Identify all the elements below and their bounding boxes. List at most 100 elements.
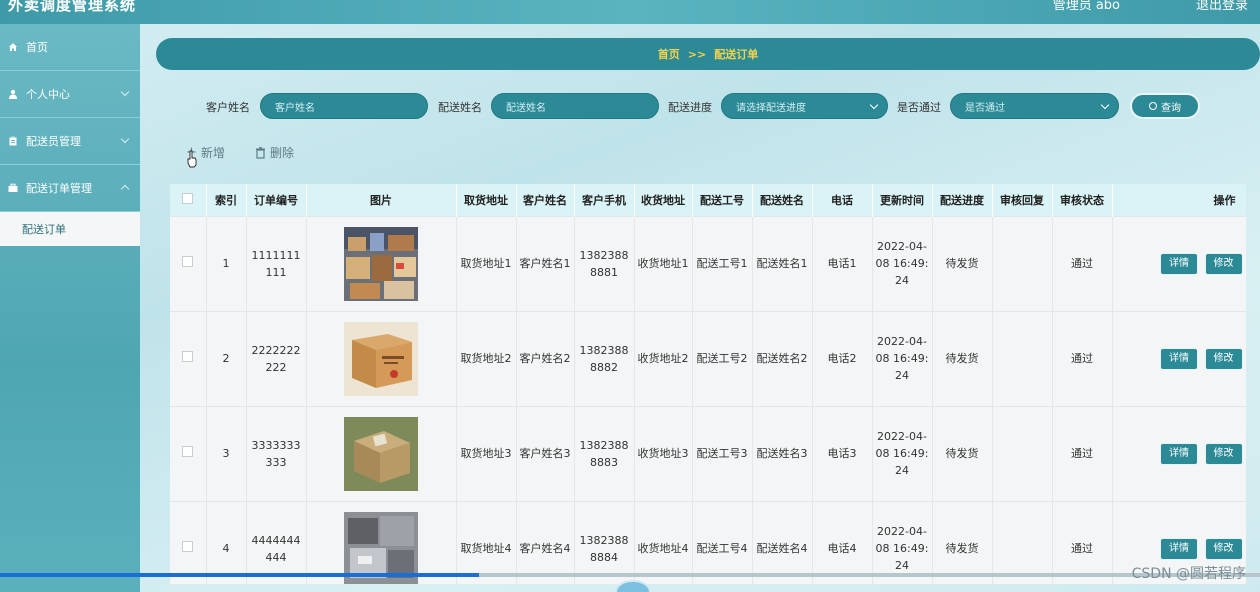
chevron-down-icon bbox=[869, 100, 879, 110]
select-all-checkbox[interactable] bbox=[182, 192, 194, 204]
update-time-cell: 2022-04-08 16:49:24 bbox=[872, 311, 933, 406]
delivery-address-cell: 收货地址1 bbox=[634, 216, 693, 311]
order-number-cell: 1111111111 bbox=[246, 216, 307, 311]
cardboard-box-photo bbox=[344, 321, 418, 396]
customer-name-input[interactable]: 客户姓名 bbox=[260, 93, 428, 119]
briefcase-icon bbox=[8, 183, 18, 192]
progress-cell: 待发货 bbox=[932, 311, 993, 406]
row-checkbox[interactable] bbox=[182, 446, 194, 457]
pickup-address-cell: 取货地址3 bbox=[456, 406, 517, 501]
courier-number-cell: 配送工号3 bbox=[692, 406, 753, 501]
progress-select[interactable]: 请选择配送进度 bbox=[721, 93, 888, 119]
detail-button[interactable]: 详情 bbox=[1160, 537, 1198, 560]
column-header: 更新时间 bbox=[872, 184, 933, 216]
column-header: 配送姓名 bbox=[752, 184, 813, 216]
column-header: 索引 bbox=[206, 184, 247, 216]
tel-cell: 电话1 bbox=[812, 216, 873, 311]
order-number-cell: 3333333333 bbox=[246, 406, 307, 501]
edit-button[interactable]: 修改 bbox=[1204, 442, 1243, 465]
sidebar-item-label: 首页 bbox=[26, 41, 48, 54]
search-button[interactable]: 查询 bbox=[1130, 93, 1200, 119]
row-select-cell[interactable] bbox=[170, 216, 207, 311]
customer-phone-cell: 13823888883 bbox=[574, 406, 635, 501]
customer-name-cell: 客户姓名4 bbox=[516, 501, 575, 584]
row-checkbox[interactable] bbox=[182, 351, 194, 362]
admin-info: 管理员 abo bbox=[1052, 0, 1120, 13]
courier-name-input[interactable]: 配送姓名 bbox=[491, 93, 659, 119]
sidebar-item-home[interactable]: 首页 bbox=[0, 24, 140, 71]
operations-cell: 详情 修改 bbox=[1112, 216, 1246, 311]
column-header: 取货地址 bbox=[456, 184, 517, 216]
column-header: 客户姓名 bbox=[516, 184, 575, 216]
review-reply-cell bbox=[992, 501, 1053, 584]
index-cell: 3 bbox=[206, 406, 247, 501]
trash-icon bbox=[256, 146, 265, 159]
breadcrumb-home[interactable]: 首页 bbox=[658, 46, 680, 62]
search-button-label: 查询 bbox=[1161, 102, 1181, 114]
column-header: 审核状态 bbox=[1052, 184, 1113, 216]
edit-button[interactable]: 修改 bbox=[1204, 347, 1243, 370]
delivery-address-cell: 收货地址4 bbox=[634, 501, 693, 584]
courier-number-cell: 配送工号2 bbox=[692, 311, 753, 406]
table-row: 2 2222222222 取货地址2 客户姓名2 13823888882 收货地… bbox=[170, 311, 1246, 406]
operations-cell: 详情 修改 bbox=[1112, 311, 1246, 406]
pass-select[interactable]: 是否通过 bbox=[950, 93, 1119, 119]
breadcrumb-separator: >> bbox=[687, 47, 707, 61]
video-progress-fill bbox=[0, 573, 479, 577]
delete-button[interactable]: 删除 bbox=[255, 144, 294, 161]
customer-phone-cell: 13823888882 bbox=[574, 311, 635, 406]
progress-select-value: 请选择配送进度 bbox=[736, 102, 806, 114]
column-header: 审核回复 bbox=[992, 184, 1053, 216]
column-header: 收货地址 bbox=[634, 184, 693, 216]
row-checkbox[interactable] bbox=[182, 256, 194, 267]
column-header: 图片 bbox=[306, 184, 457, 216]
sidebar-item-order-mgmt[interactable]: 配送订单管理 bbox=[0, 165, 140, 212]
image-cell bbox=[306, 406, 457, 501]
update-time-cell: 2022-04-08 16:49:24 bbox=[872, 501, 933, 584]
update-time-cell: 2022-04-08 16:49:24 bbox=[872, 216, 933, 311]
detail-button[interactable]: 详情 bbox=[1160, 442, 1198, 465]
chevron-down-icon bbox=[120, 134, 130, 144]
delivery-address-cell: 收货地址2 bbox=[634, 311, 693, 406]
logout-link[interactable]: 退出登录 bbox=[1196, 0, 1248, 13]
row-select-cell[interactable] bbox=[170, 406, 207, 501]
customer-name-label: 客户姓名 bbox=[206, 101, 250, 114]
customer-name-cell: 客户姓名3 bbox=[516, 406, 575, 501]
courier-name-cell: 配送姓名3 bbox=[752, 406, 813, 501]
select-all-cell[interactable] bbox=[170, 184, 207, 216]
column-header: 配送进度 bbox=[932, 184, 993, 216]
edit-button[interactable]: 修改 bbox=[1204, 252, 1243, 275]
package-photo bbox=[344, 416, 418, 491]
index-cell: 4 bbox=[206, 501, 247, 584]
video-progress-bar[interactable] bbox=[0, 573, 1260, 577]
row-select-cell[interactable] bbox=[170, 311, 207, 406]
breadcrumb-current: 配送订单 bbox=[714, 48, 759, 61]
app-title: 外卖调度管理系统 bbox=[8, 0, 137, 14]
customer-name-cell: 客户姓名1 bbox=[516, 216, 575, 311]
detail-button[interactable]: 详情 bbox=[1160, 347, 1198, 370]
top-bar: 外卖调度管理系统 管理员 abo 退出登录 bbox=[0, 0, 1260, 24]
table-row: 4 4444444444 取货地址4 客户姓名4 13823888884 收货地… bbox=[170, 501, 1246, 584]
row-checkbox[interactable] bbox=[182, 541, 194, 553]
tel-cell: 电话3 bbox=[812, 406, 873, 501]
courier-name-cell: 配送姓名4 bbox=[752, 501, 813, 584]
tel-cell: 电话2 bbox=[812, 311, 873, 406]
sidebar-item-orders[interactable]: 配送订单 bbox=[0, 212, 140, 246]
row-select-cell[interactable] bbox=[170, 501, 207, 584]
orders-table: 索引 订单编号 图片 取货地址 客户姓名 客户手机 收货地址 配送工号 配送姓名… bbox=[170, 184, 1246, 584]
pass-label: 是否通过 bbox=[897, 101, 941, 114]
courier-number-cell: 配送工号1 bbox=[692, 216, 753, 311]
column-header: 客户手机 bbox=[574, 184, 635, 216]
courier-name-label: 配送姓名 bbox=[438, 101, 482, 114]
chevron-down-icon bbox=[1100, 100, 1110, 110]
sidebar-item-label: 配送订单管理 bbox=[26, 182, 92, 195]
detail-button[interactable]: 详情 bbox=[1160, 252, 1198, 275]
pickup-address-cell: 取货地址2 bbox=[456, 311, 517, 406]
sidebar-item-courier-mgmt[interactable]: 配送员管理 bbox=[0, 118, 140, 165]
image-cell bbox=[306, 501, 457, 584]
review-reply-cell bbox=[992, 216, 1053, 311]
add-button-label: 新增 bbox=[200, 146, 225, 160]
home-icon bbox=[9, 43, 17, 51]
order-number-cell: 4444444444 bbox=[246, 501, 307, 584]
edit-button[interactable]: 修改 bbox=[1204, 537, 1243, 560]
